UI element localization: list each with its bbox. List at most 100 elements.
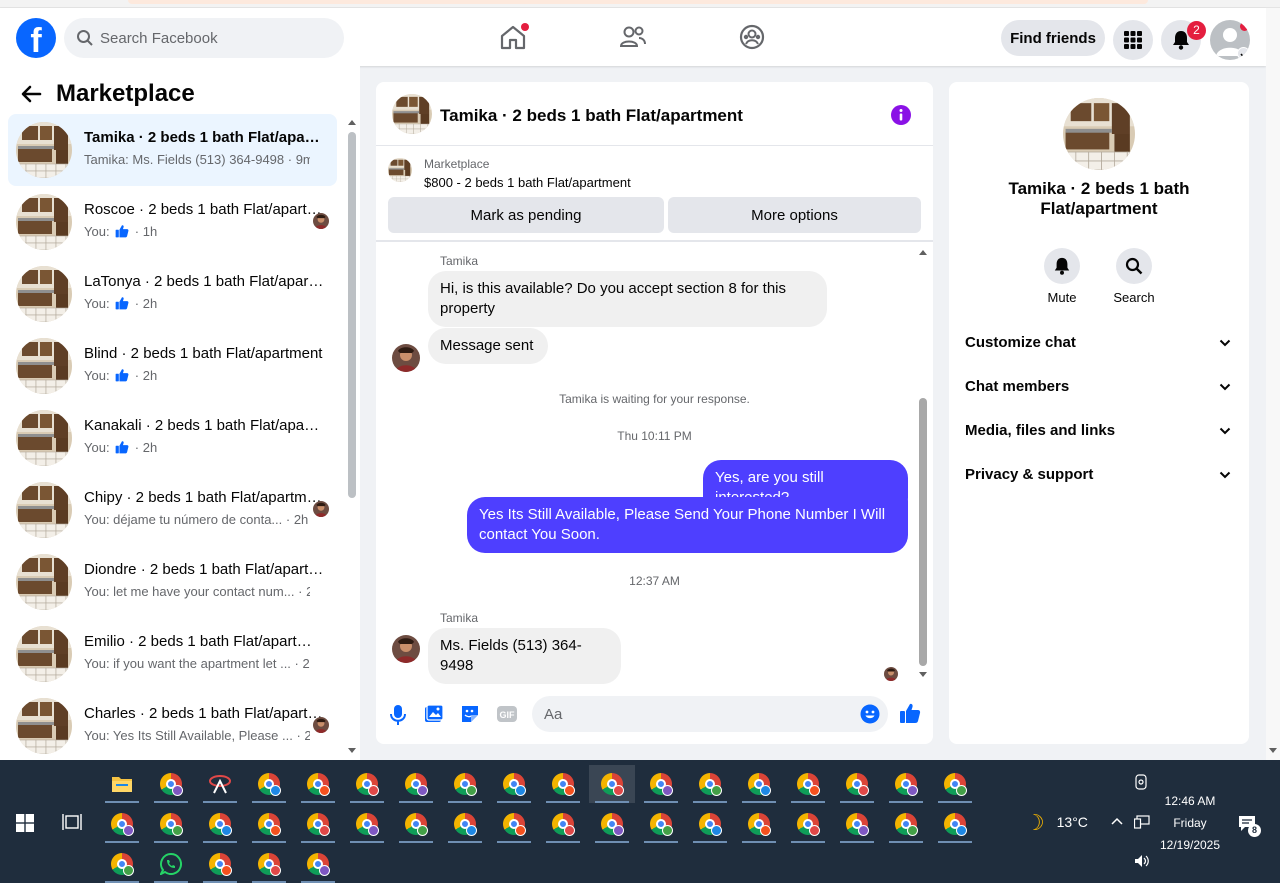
chrome-taskbar-button[interactable] bbox=[540, 805, 586, 843]
chrome-taskbar-button[interactable] bbox=[246, 805, 292, 843]
chrome-taskbar-button[interactable] bbox=[932, 805, 978, 843]
file-explorer-taskbar-button[interactable] bbox=[99, 765, 145, 803]
chrome-taskbar-button[interactable] bbox=[393, 805, 439, 843]
privacy-support-row[interactable]: Privacy & support bbox=[957, 454, 1241, 498]
network-icon[interactable] bbox=[1134, 815, 1150, 829]
chrome-taskbar-button[interactable] bbox=[246, 765, 292, 803]
windows-start-icon[interactable] bbox=[16, 814, 34, 832]
chrome-taskbar-button[interactable] bbox=[99, 845, 145, 883]
search-action[interactable]: Search bbox=[1106, 248, 1162, 305]
chrome-taskbar-button[interactable] bbox=[344, 765, 390, 803]
conversation-item[interactable]: Blind · 2 beds 1 bath Flat/apartment You:… bbox=[8, 330, 337, 402]
chat-title[interactable]: Tamika · 2 beds 1 bath Flat/apartment bbox=[440, 106, 743, 126]
media-files-links-row[interactable]: Media, files and links bbox=[957, 410, 1241, 454]
whatsapp-taskbar-button[interactable] bbox=[148, 845, 194, 883]
incoming-message[interactable]: Ms. Fields (513) 364-9498 bbox=[428, 628, 621, 684]
conversation-item[interactable]: Tamika · 2 beds 1 bath Flat/apartment Tam… bbox=[8, 114, 337, 186]
chrome-taskbar-button[interactable] bbox=[442, 805, 488, 843]
sidebar-scrollbar[interactable] bbox=[347, 118, 357, 754]
conversation-item[interactable]: Kanakali · 2 beds 1 bath Flat/apartment Y… bbox=[8, 402, 337, 474]
info-icon[interactable] bbox=[890, 104, 912, 126]
chrome-taskbar-button[interactable] bbox=[491, 805, 537, 843]
snipping-tool-taskbar-button[interactable] bbox=[197, 765, 243, 803]
sidebar-scroll-thumb[interactable] bbox=[348, 132, 356, 498]
chrome-taskbar-button[interactable] bbox=[148, 765, 194, 803]
chrome-taskbar-button[interactable] bbox=[638, 765, 684, 803]
chrome-taskbar-button[interactable] bbox=[344, 805, 390, 843]
groups-icon[interactable] bbox=[737, 22, 767, 52]
chrome-taskbar-button[interactable] bbox=[295, 845, 341, 883]
page-scrollbar[interactable] bbox=[1266, 8, 1280, 760]
conversation-item[interactable]: Charles · 2 beds 1 bath Flat/apartment Yo… bbox=[8, 690, 337, 762]
chrome-taskbar-button[interactable] bbox=[834, 805, 880, 843]
message-input[interactable] bbox=[532, 696, 888, 732]
listing-price[interactable]: $800 - 2 beds 1 bath Flat/apartment bbox=[424, 175, 631, 190]
menu-button[interactable] bbox=[1113, 20, 1153, 60]
search-input[interactable] bbox=[100, 18, 336, 58]
chrome-taskbar-button[interactable] bbox=[687, 765, 733, 803]
sender-avatar[interactable] bbox=[392, 635, 420, 663]
chrome-taskbar-button[interactable] bbox=[736, 805, 782, 843]
outgoing-message[interactable]: Yes Its Still Available, Please Send You… bbox=[467, 497, 908, 553]
gif-icon[interactable]: GIF bbox=[496, 704, 518, 724]
chrome-taskbar-button[interactable] bbox=[834, 765, 880, 803]
friends-icon[interactable] bbox=[618, 22, 648, 52]
chrome-taskbar-button[interactable] bbox=[883, 765, 929, 803]
chrome-taskbar-button[interactable] bbox=[148, 805, 194, 843]
chrome-taskbar-button[interactable] bbox=[638, 805, 684, 843]
emoji-icon[interactable] bbox=[860, 704, 880, 724]
search-bar[interactable] bbox=[64, 18, 344, 58]
chrome-taskbar-button[interactable] bbox=[393, 765, 439, 803]
chevron-down-icon bbox=[1219, 427, 1231, 435]
listing-thumbnail[interactable] bbox=[392, 94, 432, 134]
chrome-taskbar-button[interactable] bbox=[883, 805, 929, 843]
conversation-item[interactable]: Emilio · 2 beds 1 bath Flat/apartment You… bbox=[8, 618, 337, 690]
incoming-message[interactable]: Hi, is this available? Do you accept sec… bbox=[428, 271, 827, 327]
chrome-taskbar-button[interactable] bbox=[932, 765, 978, 803]
facebook-logo[interactable]: f bbox=[16, 18, 56, 58]
sticker-icon[interactable] bbox=[460, 704, 480, 724]
conversation-item[interactable]: Diondre · 2 beds 1 bath Flat/apartment Yo… bbox=[8, 546, 337, 618]
listing-large-thumbnail[interactable] bbox=[1063, 98, 1135, 170]
sender-avatar[interactable] bbox=[392, 344, 420, 372]
chrome-taskbar-button[interactable] bbox=[442, 765, 488, 803]
chrome-taskbar-button[interactable] bbox=[99, 805, 145, 843]
volume-icon[interactable] bbox=[1134, 854, 1150, 868]
chat-scroll-thumb[interactable] bbox=[919, 398, 927, 666]
notification-center-button[interactable]: 8 bbox=[1238, 814, 1261, 837]
conversation-item[interactable]: Roscoe · 2 beds 1 bath Flat/apartment You… bbox=[8, 186, 337, 258]
chrome-taskbar-button[interactable] bbox=[295, 805, 341, 843]
chrome-taskbar-button[interactable] bbox=[785, 805, 831, 843]
system-clock[interactable]: 12:46 AM Friday 12/19/2025 bbox=[1150, 790, 1230, 856]
chrome-taskbar-button[interactable] bbox=[589, 765, 635, 803]
chrome-taskbar-button[interactable] bbox=[197, 805, 243, 843]
task-view-icon[interactable] bbox=[62, 813, 82, 831]
chrome-taskbar-button[interactable] bbox=[540, 765, 586, 803]
chat-scrollbar[interactable] bbox=[918, 248, 928, 678]
more-options-button[interactable]: More options bbox=[668, 197, 921, 233]
chat-members-row[interactable]: Chat members bbox=[957, 366, 1241, 410]
photo-icon[interactable] bbox=[424, 704, 444, 724]
mark-as-pending-button[interactable]: Mark as pending bbox=[388, 197, 664, 233]
chrome-taskbar-button[interactable] bbox=[246, 845, 292, 883]
chevron-up-icon[interactable] bbox=[1110, 816, 1124, 826]
account-avatar[interactable] bbox=[1210, 20, 1250, 60]
thumbs-up-icon[interactable] bbox=[899, 702, 921, 724]
find-friends-button[interactable]: Find friends bbox=[1001, 20, 1105, 56]
customize-chat-row[interactable]: Customize chat bbox=[957, 322, 1241, 366]
chrome-taskbar-button[interactable] bbox=[589, 805, 635, 843]
chrome-taskbar-button[interactable] bbox=[295, 765, 341, 803]
conversation-item[interactable]: Chipy · 2 beds 1 bath Flat/apartment You:… bbox=[8, 474, 337, 546]
chrome-taskbar-button[interactable] bbox=[736, 765, 782, 803]
chrome-taskbar-button[interactable] bbox=[197, 845, 243, 883]
chrome-taskbar-button[interactable] bbox=[785, 765, 831, 803]
microphone-icon[interactable] bbox=[390, 704, 406, 726]
chrome-taskbar-button[interactable] bbox=[491, 765, 537, 803]
weather-widget[interactable]: ☽ 13°C bbox=[1025, 810, 1088, 836]
chrome-taskbar-button[interactable] bbox=[687, 805, 733, 843]
incoming-message[interactable]: Message sent bbox=[428, 328, 548, 364]
back-arrow-icon[interactable] bbox=[20, 84, 42, 104]
conversation-item[interactable]: LaTonya · 2 beds 1 bath Flat/apartment Yo… bbox=[8, 258, 337, 330]
meet-now-icon[interactable] bbox=[1134, 774, 1148, 790]
mute-action[interactable]: Mute bbox=[1034, 248, 1090, 305]
